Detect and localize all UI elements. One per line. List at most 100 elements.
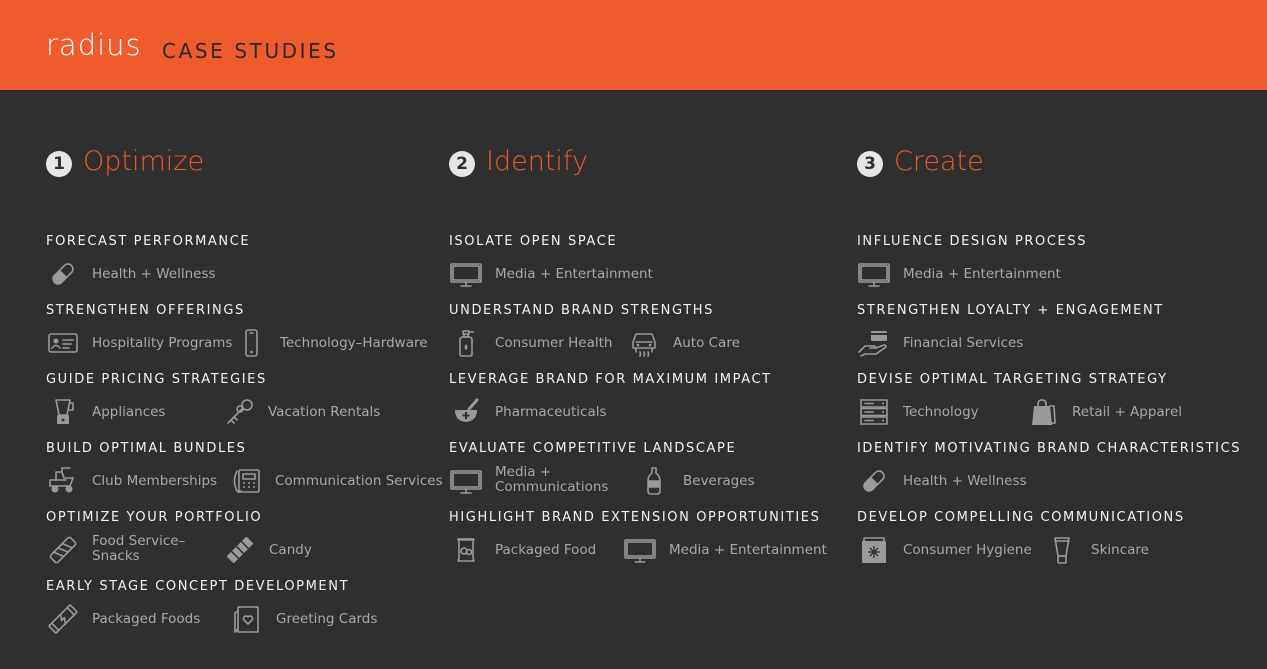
industry-label: Consumer Hygiene xyxy=(903,542,1032,558)
section-title: DEVELOP COMPELLING COMMUNICATIONS xyxy=(857,510,1185,525)
pill-icon xyxy=(46,259,80,289)
industry-label: Media + Entertainment xyxy=(903,266,1061,282)
industry-label: Auto Care xyxy=(673,335,740,351)
industry-label: Appliances xyxy=(92,404,166,420)
desk-phone-icon xyxy=(229,466,263,496)
section-title: EVALUATE COMPETITIVE LANDSCAPE xyxy=(449,441,737,456)
server-icon xyxy=(857,397,891,427)
phone-icon xyxy=(234,328,268,358)
monitor-icon xyxy=(857,259,891,289)
car-wash-icon xyxy=(627,328,661,358)
industry-list: Media + Entertainment xyxy=(857,250,1087,294)
case-study-section: UNDERSTAND BRAND STRENGTHS Consumer Heal… xyxy=(449,303,740,363)
industry-list: Health + Wellness xyxy=(857,457,1241,501)
column-title: Identify xyxy=(486,146,588,177)
industry-label: Skincare xyxy=(1091,542,1149,558)
energy-bar-icon xyxy=(46,604,80,634)
industry-label: Communication Services xyxy=(275,473,443,489)
step-number-badge: 1 xyxy=(46,151,72,177)
industry-list: Consumer Health Auto Care xyxy=(449,319,740,363)
section-title: DEVISE OPTIMAL TARGETING STRATEGY xyxy=(857,372,1168,387)
step-number-badge: 3 xyxy=(857,151,883,177)
radius-logo: radius xyxy=(46,28,142,62)
column-title: Optimize xyxy=(83,146,205,177)
industry-list: Food Service– Snacks Candy xyxy=(46,526,312,570)
section-title: EARLY STAGE CONCEPT DEVELOPMENT xyxy=(46,579,350,594)
section-title: GUIDE PRICING STRATEGIES xyxy=(46,372,267,387)
shopping-bag-icon xyxy=(1026,397,1060,427)
case-study-section: INFLUENCE DESIGN PROCESS Media + Enterta… xyxy=(857,234,1087,294)
snack-bag-icon xyxy=(449,535,483,565)
industry-label: Health + Wellness xyxy=(903,473,1027,489)
industry-label: Hospitality Programs xyxy=(92,335,233,351)
industry-label: Candy xyxy=(269,542,312,558)
industry-list: Hospitality Programs Technology–Hardware xyxy=(46,319,428,363)
golf-cart-icon xyxy=(46,466,80,496)
industry-list: Media + Communications Beverages xyxy=(449,457,755,501)
case-study-section: DEVISE OPTIMAL TARGETING STRATEGY Techno… xyxy=(857,372,1182,432)
case-study-section: STRENGTHEN OFFERINGS Hospitality Program… xyxy=(46,303,428,363)
detergent-box-icon xyxy=(857,535,891,565)
industry-list: Financial Services xyxy=(857,319,1164,363)
section-title: IDENTIFY MOTIVATING BRAND CHARACTERISTIC… xyxy=(857,441,1242,456)
industry-label: Media + Communications xyxy=(495,464,609,495)
column-title: Create xyxy=(894,146,984,177)
industry-label: Pharmaceuticals xyxy=(495,404,607,420)
section-title: STRENGTHEN LOYALTY + ENGAGEMENT xyxy=(857,303,1164,318)
bottle-icon xyxy=(637,466,671,496)
step-number-badge: 2 xyxy=(449,151,475,177)
sanitizer-bottle-icon xyxy=(449,328,483,358)
monitor-icon xyxy=(449,466,483,496)
section-title: INFLUENCE DESIGN PROCESS xyxy=(857,234,1088,249)
industry-list: Media + Entertainment xyxy=(449,250,653,294)
case-study-section: OPTIMIZE YOUR PORTFOLIO Food Service– Sna… xyxy=(46,510,312,570)
hand-card-icon xyxy=(857,328,891,358)
industry-list: Packaged Foods Greeting Cards xyxy=(46,595,377,639)
industry-label: Financial Services xyxy=(903,335,1024,351)
blender-icon xyxy=(46,397,80,427)
greeting-card-icon xyxy=(230,604,264,634)
section-title: ISOLATE OPEN SPACE xyxy=(449,234,618,249)
case-study-section: LEVERAGE BRAND FOR MAXIMUM IMPACT Pharma… xyxy=(449,372,772,432)
industry-label: Media + Entertainment xyxy=(495,266,653,282)
lotion-tube-icon xyxy=(1045,535,1079,565)
industry-list: Club Memberships Communication Services xyxy=(46,457,443,501)
industry-label: Packaged Food xyxy=(495,542,597,558)
keys-icon xyxy=(222,397,256,427)
industry-list: Consumer Hygiene Skincare xyxy=(857,526,1185,570)
industry-list: Appliances Vacation Rentals xyxy=(46,388,380,432)
industry-list: Pharmaceuticals xyxy=(449,388,772,432)
industry-label: Greeting Cards xyxy=(276,611,378,627)
industry-list: Technology Retail + Apparel xyxy=(857,388,1182,432)
section-title: OPTIMIZE YOUR PORTFOLIO xyxy=(46,510,263,525)
monitor-icon xyxy=(449,259,483,289)
case-study-section: GUIDE PRICING STRATEGIES Appliances Vaca… xyxy=(46,372,380,432)
industry-label: Food Service– Snacks xyxy=(92,533,186,564)
industry-list: Packaged Food Media + Entertainment xyxy=(449,526,827,570)
page-title: CASE STUDIES xyxy=(162,39,339,63)
industry-label: Technology xyxy=(903,404,979,420)
section-title: LEVERAGE BRAND FOR MAXIMUM IMPACT xyxy=(449,372,772,387)
monitor-icon xyxy=(623,535,657,565)
industry-label: Retail + Apparel xyxy=(1072,404,1182,420)
case-study-section: IDENTIFY MOTIVATING BRAND CHARACTERISTIC… xyxy=(857,441,1241,501)
industry-label: Vacation Rentals xyxy=(268,404,381,420)
case-study-section: DEVELOP COMPELLING COMMUNICATIONS Consum… xyxy=(857,510,1185,570)
header-bar: radius CASE STUDIES xyxy=(0,0,1267,90)
case-study-section: HIGHLIGHT BRAND EXTENSION OPPORTUNITIES … xyxy=(449,510,827,570)
industry-label: Consumer Health xyxy=(495,335,613,351)
industry-label: Technology–Hardware xyxy=(280,335,428,351)
case-study-section: FORECAST PERFORMANCE Health + Wellness xyxy=(46,234,250,294)
id-card-icon xyxy=(46,328,80,358)
industry-label: Packaged Foods xyxy=(92,611,201,627)
pill-icon xyxy=(857,466,891,496)
candy-bar-icon xyxy=(223,535,257,565)
industry-label: Club Memberships xyxy=(92,473,218,489)
section-title: UNDERSTAND BRAND STRENGTHS xyxy=(449,303,714,318)
case-study-section: EVALUATE COMPETITIVE LANDSCAPE Media + Co… xyxy=(449,441,755,501)
section-title: STRENGTHEN OFFERINGS xyxy=(46,303,245,318)
section-title: HIGHLIGHT BRAND EXTENSION OPPORTUNITIES xyxy=(449,510,821,525)
industry-label: Health + Wellness xyxy=(92,266,216,282)
case-study-section: STRENGTHEN LOYALTY + ENGAGEMENT Financia… xyxy=(857,303,1164,363)
industry-label: Media + Entertainment xyxy=(669,542,827,558)
